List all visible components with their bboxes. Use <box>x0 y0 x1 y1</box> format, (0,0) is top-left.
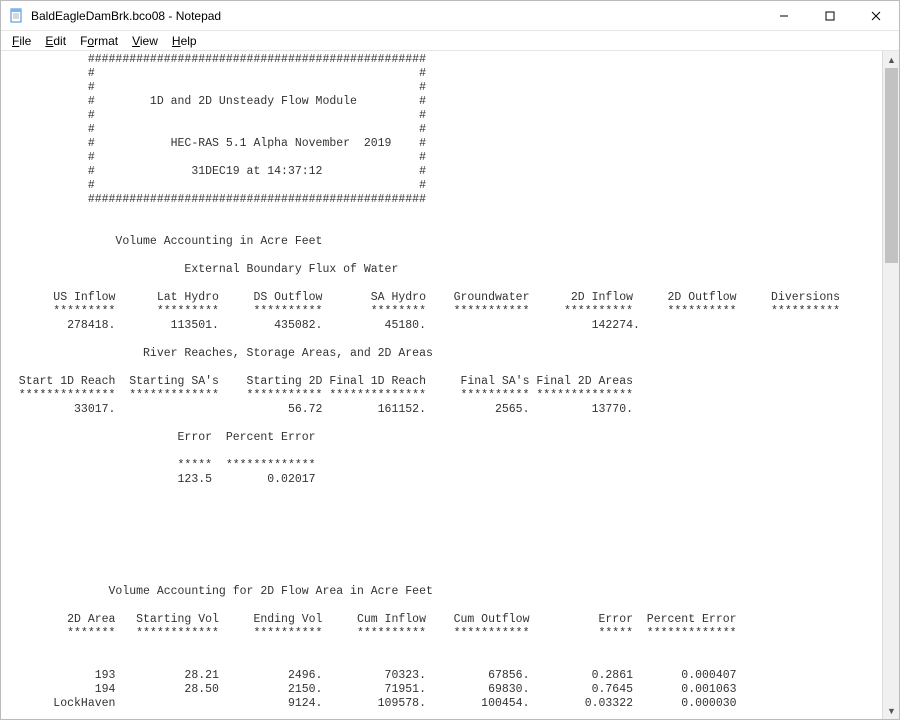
scrollbar-thumb[interactable] <box>885 68 898 263</box>
close-button[interactable] <box>853 1 899 31</box>
menu-view[interactable]: View <box>125 33 165 49</box>
maximize-button[interactable] <box>807 1 853 31</box>
minimize-button[interactable] <box>761 1 807 31</box>
titlebar: BaldEagleDamBrk.bco08 - Notepad <box>1 1 899 31</box>
menubar: File Edit Format View Help <box>1 31 899 51</box>
window-title: BaldEagleDamBrk.bco08 - Notepad <box>31 9 221 23</box>
menu-help[interactable]: Help <box>165 33 204 49</box>
notepad-app-icon <box>9 8 25 24</box>
client-area: ########################################… <box>1 51 899 719</box>
scroll-up-arrow-icon[interactable]: ▲ <box>883 51 899 68</box>
menu-edit[interactable]: Edit <box>38 33 73 49</box>
scroll-down-arrow-icon[interactable]: ▼ <box>883 702 899 719</box>
vertical-scrollbar[interactable]: ▲ ▼ <box>882 51 899 719</box>
text-content[interactable]: ########################################… <box>1 51 882 719</box>
menu-file[interactable]: File <box>5 33 38 49</box>
menu-format[interactable]: Format <box>73 33 125 49</box>
